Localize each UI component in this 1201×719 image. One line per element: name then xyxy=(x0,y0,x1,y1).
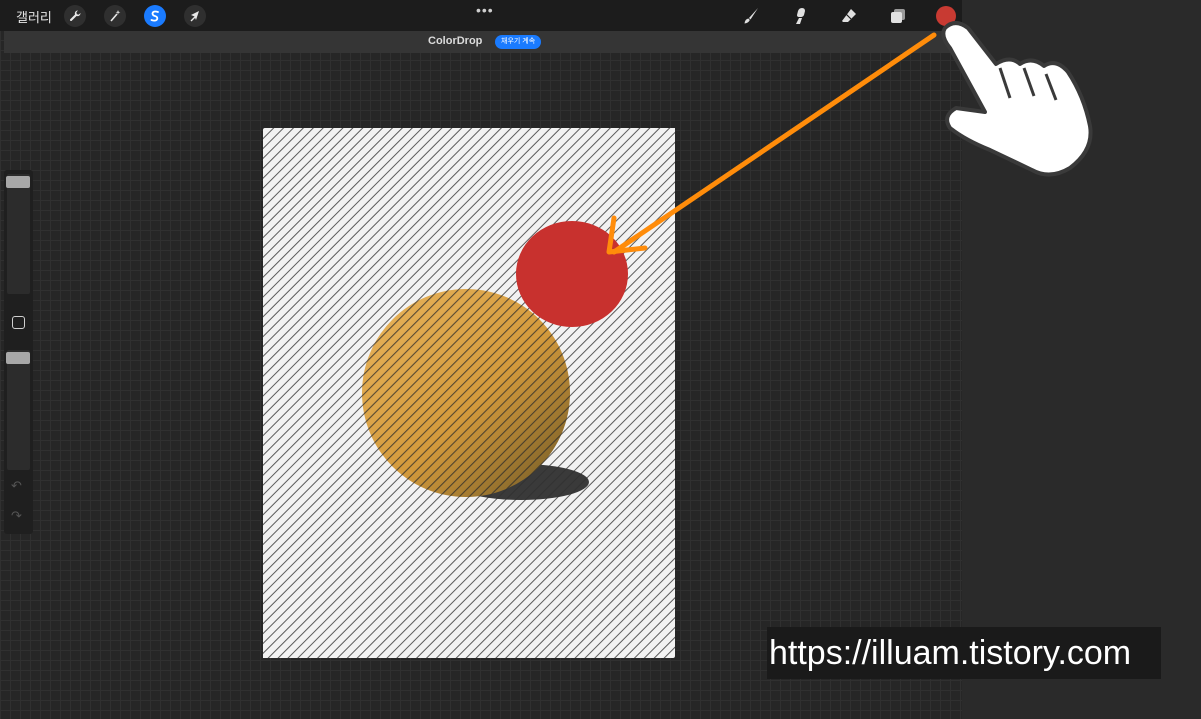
actions-button[interactable] xyxy=(64,5,86,27)
continue-filling-badge[interactable]: 채우기 계속 xyxy=(495,35,542,49)
top-toolbar: 갤러리 ••• xyxy=(0,0,962,31)
brush-size-thumb[interactable] xyxy=(6,176,30,188)
status-bar: ColorDrop 채우기 계속 xyxy=(4,31,962,53)
red-circle xyxy=(516,221,628,327)
selection-button[interactable] xyxy=(144,5,166,27)
eraser-button[interactable] xyxy=(838,5,860,27)
watermark-url: https://illuam.tistory.com xyxy=(767,627,1161,679)
opacity-slider[interactable] xyxy=(7,350,30,470)
redo-button[interactable]: ↷ xyxy=(11,508,22,524)
magic-wand-icon xyxy=(110,10,121,22)
arrow-cursor-icon xyxy=(190,11,199,22)
color-picker-button[interactable] xyxy=(936,6,956,26)
wrench-icon xyxy=(69,10,81,22)
layers-button[interactable] xyxy=(887,5,909,27)
modify-button[interactable] xyxy=(12,316,25,329)
brush-button[interactable] xyxy=(740,5,762,27)
colordrop-title: ColorDrop xyxy=(428,35,483,47)
right-margin xyxy=(962,0,1201,719)
more-dots[interactable]: ••• xyxy=(476,2,494,18)
adjustments-button[interactable] xyxy=(104,5,126,27)
smudge-icon xyxy=(796,8,805,24)
transform-button[interactable] xyxy=(184,5,206,27)
selection-s-icon xyxy=(150,10,159,22)
drawing-canvas[interactable] xyxy=(263,128,675,658)
eraser-icon xyxy=(842,9,856,22)
procreate-app: 갤러리 ••• ColorDrop 채우기 계속 ↶ ↷ xyxy=(0,0,962,719)
opacity-thumb[interactable] xyxy=(6,352,30,364)
left-sidebar: ↶ ↷ xyxy=(4,170,33,534)
gallery-button[interactable]: 갤러리 xyxy=(16,7,52,26)
brush-icon xyxy=(744,8,758,24)
canvas-artwork xyxy=(263,128,675,658)
undo-button[interactable]: ↶ xyxy=(11,478,22,494)
smudge-button[interactable] xyxy=(789,5,811,27)
layers-icon xyxy=(891,9,905,23)
brush-size-slider[interactable] xyxy=(7,174,30,294)
